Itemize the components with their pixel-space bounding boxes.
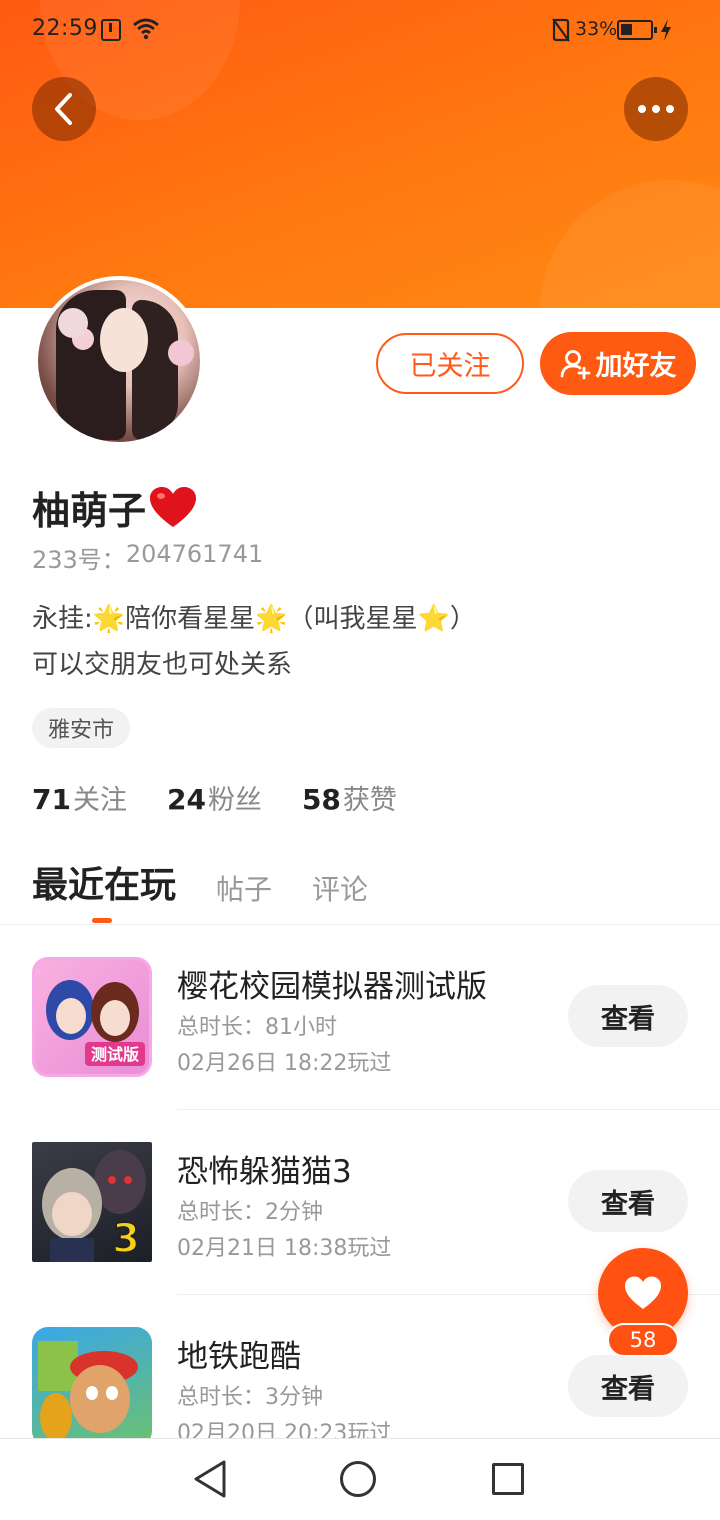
profile-header: 22:59 33%: [0, 0, 720, 308]
battery-icon: [617, 20, 657, 40]
svg-text:测试版: 测试版: [91, 1045, 139, 1064]
avatar[interactable]: [34, 276, 204, 446]
game-duration: 总时长： 3分钟: [177, 1379, 323, 1411]
game-title: 地铁跑酷: [177, 1339, 301, 1375]
following-count: 71: [32, 783, 71, 816]
battery-percent: 33%: [575, 18, 618, 40]
profile-name: 柚萌子: [32, 480, 198, 535]
divider: [0, 924, 720, 925]
stat-fans[interactable]: 24粉丝: [167, 778, 262, 817]
bio-text-2: （叫我星星: [287, 604, 418, 634]
following-label: 关注: [72, 785, 127, 816]
like-count-badge: 58: [607, 1323, 679, 1357]
star-icon: 🌟: [255, 604, 288, 634]
star-icon: ⭐: [417, 604, 450, 634]
tab-comments[interactable]: 评论: [312, 868, 368, 912]
svg-text:3: 3: [112, 1216, 140, 1262]
fans-label: 粉丝: [207, 785, 262, 816]
duration-value: 81小时: [265, 1015, 338, 1040]
bio: 永挂:🌟陪你看星星🌟（叫我星星⭐） 可以交朋友也可处关系: [32, 596, 476, 688]
game-icon: [32, 1327, 152, 1447]
system-nav-bar: [0, 1438, 720, 1520]
uid-label: 233号：: [32, 546, 126, 574]
alert-icon: [101, 19, 121, 41]
location-tag: 雅安市: [32, 708, 131, 748]
game-title: 恐怖躲猫猫3: [177, 1154, 352, 1190]
add-friend-label: 加好友: [595, 351, 677, 382]
game-icon: 3: [32, 1142, 152, 1262]
game-last-played: 02月21日 18:38玩过: [177, 1236, 392, 1261]
duration-label: 总时长：: [177, 1015, 266, 1040]
duration-label: 总时长：: [177, 1385, 266, 1410]
view-button[interactable]: 查看: [568, 1355, 688, 1417]
followed-label: 已关注: [409, 351, 491, 382]
star-icon: 🌟: [92, 604, 126, 634]
game-last-played: 02月26日 18:22玩过: [177, 1051, 392, 1076]
view-button[interactable]: 查看: [568, 985, 688, 1047]
stat-likes[interactable]: 58获赞: [302, 778, 397, 817]
profile-name-text: 柚萌子: [32, 489, 147, 533]
duration-value: 3分钟: [265, 1385, 324, 1410]
chevron-left-icon: [55, 93, 72, 125]
tab-posts[interactable]: 帖子: [216, 868, 272, 912]
heart-icon: [625, 1276, 661, 1309]
charging-icon: [661, 19, 671, 41]
back-button[interactable]: [32, 77, 96, 141]
tab-recently-played[interactable]: 最近在玩: [32, 856, 176, 912]
nav-back-icon[interactable]: [192, 1459, 228, 1499]
stats-row: 71关注 24粉丝 58获赞: [32, 778, 397, 817]
bio-line-2: 可以交朋友也可处关系: [32, 650, 293, 680]
add-friend-button[interactable]: 加好友: [540, 332, 696, 395]
stat-following[interactable]: 71关注: [32, 778, 127, 817]
more-button[interactable]: [624, 77, 688, 141]
wifi-icon: [133, 18, 159, 40]
avatar-image: [38, 280, 200, 442]
heart-emoji-icon: [150, 486, 197, 527]
bio-prefix: 永挂:: [32, 604, 93, 634]
bio-line-1: 永挂:🌟陪你看星星🌟（叫我星星⭐）: [32, 596, 476, 642]
game-title: 樱花校园模拟器测试版: [177, 969, 487, 1005]
user-id: 233号： 204761741: [32, 540, 263, 575]
view-button[interactable]: 查看: [568, 1170, 688, 1232]
more-dots-icon: [638, 105, 674, 113]
game-duration: 总时长： 81小时: [177, 1009, 337, 1041]
followed-button[interactable]: 已关注: [376, 333, 524, 394]
header-decoration: [540, 180, 720, 308]
tab-bar: 最近在玩 帖子 评论: [32, 856, 368, 912]
status-time: 22:59: [32, 16, 98, 41]
nav-recents-icon[interactable]: [492, 1463, 524, 1495]
game-icon: 测试版: [32, 957, 152, 1077]
location-text: 雅安市: [48, 718, 115, 743]
fans-count: 24: [166, 783, 206, 816]
likes-label: 获赞: [342, 785, 397, 816]
add-user-icon: [560, 349, 590, 379]
divider: [177, 1109, 720, 1110]
duration-label: 总时长：: [177, 1200, 266, 1225]
list-item[interactable]: 测试版 樱花校园模拟器测试版 总时长： 81小时 02月26日 18:22玩过 查…: [0, 957, 720, 1142]
nav-home-icon[interactable]: [340, 1461, 376, 1497]
tab-indicator: [92, 918, 112, 923]
status-bar: 22:59 33%: [0, 0, 720, 62]
game-duration: 总时长： 2分钟: [177, 1194, 323, 1226]
likes-count: 58: [301, 783, 341, 816]
duration-value: 2分钟: [265, 1200, 324, 1225]
bio-text-1: 陪你看星星: [125, 604, 256, 634]
uid-value: 204761741: [125, 540, 264, 568]
bio-text-3: ）: [449, 604, 476, 634]
nfc-off-icon: [552, 18, 570, 42]
